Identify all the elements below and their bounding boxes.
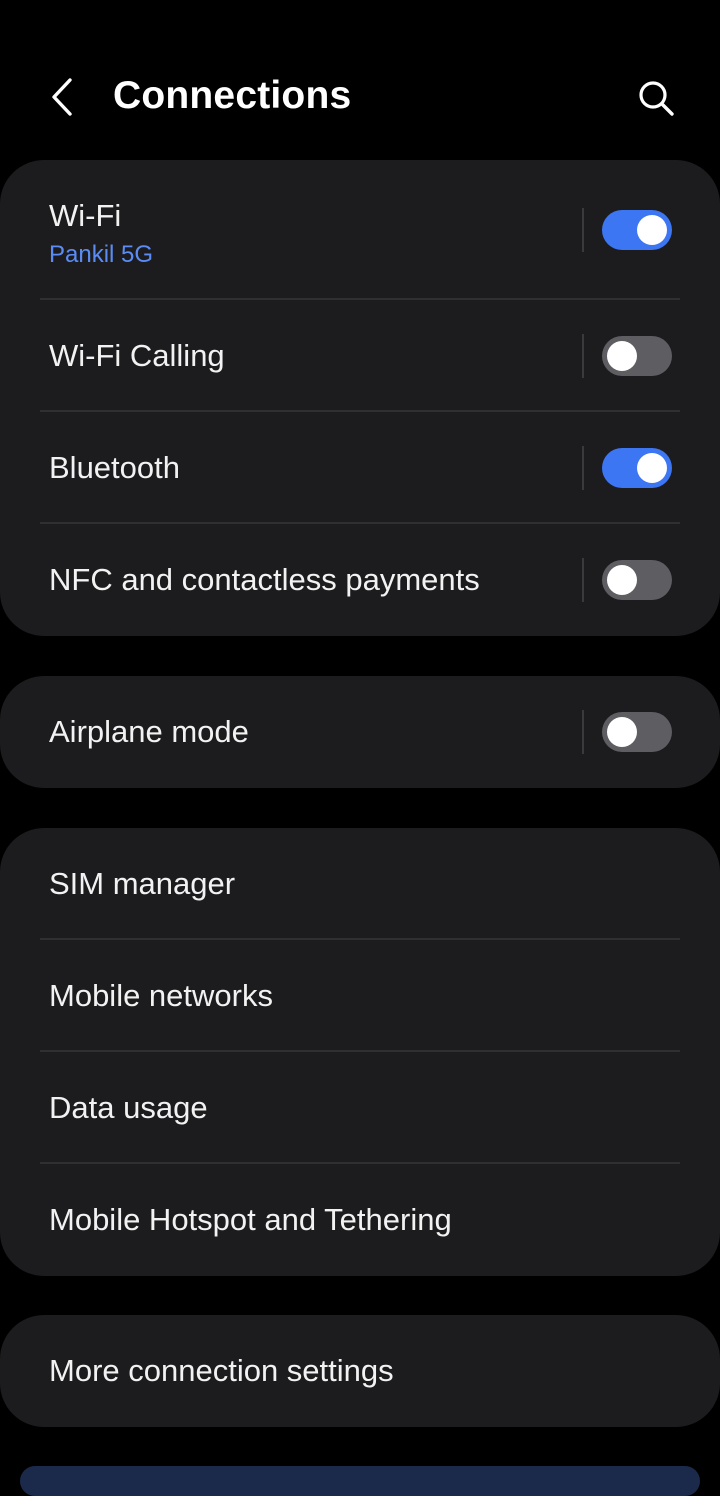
data-usage-row[interactable]: Data usage [0,1052,720,1164]
more-settings-card: More connection settings [0,1315,720,1427]
hotspot-row[interactable]: Mobile Hotspot and Tethering [0,1164,720,1276]
bluetooth-label: Bluetooth [49,450,180,485]
row-separator [582,558,584,602]
row-separator [582,208,584,252]
app-header: Connections [0,0,720,160]
partially-visible-card [20,1466,700,1496]
back-button[interactable] [38,72,86,122]
nfc-toggle[interactable] [602,560,672,600]
toggle-knob [637,215,667,245]
toggle-knob [637,453,667,483]
row-separator [582,710,584,754]
wifi-label: Wi-Fi [49,198,122,233]
toggle-knob [607,341,637,371]
wifi-calling-row[interactable]: Wi-Fi Calling [0,300,720,412]
sim-manager-row[interactable]: SIM manager [0,828,720,940]
mobile-networks-label: Mobile networks [49,978,273,1013]
airplane-mode-row[interactable]: Airplane mode [0,676,720,788]
wifi-calling-label: Wi-Fi Calling [49,338,225,373]
search-button[interactable] [630,72,682,124]
wifi-row[interactable]: Wi-Fi Pankil 5G [0,160,720,300]
connections-toggle-card: Wi-Fi Pankil 5G Wi-Fi Calling Bluetooth … [0,160,720,636]
wifi-calling-toggle[interactable] [602,336,672,376]
chevron-left-icon [52,78,72,116]
wifi-network-name: Pankil 5G [49,241,154,268]
bluetooth-row[interactable]: Bluetooth [0,412,720,524]
more-connection-settings-row[interactable]: More connection settings [0,1315,720,1427]
search-icon [639,81,674,116]
page-title: Connections [113,74,352,117]
data-usage-label: Data usage [49,1090,208,1125]
airplane-mode-toggle[interactable] [602,712,672,752]
airplane-mode-label: Airplane mode [49,714,249,749]
row-separator [582,334,584,378]
more-connection-settings-label: More connection settings [49,1353,394,1388]
network-settings-card: SIM manager Mobile networks Data usage M… [0,828,720,1276]
sim-manager-label: SIM manager [49,866,236,901]
bluetooth-toggle[interactable] [602,448,672,488]
airplane-card: Airplane mode [0,676,720,788]
mobile-networks-row[interactable]: Mobile networks [0,940,720,1052]
wifi-toggle[interactable] [602,210,672,250]
toggle-knob [607,717,637,747]
hotspot-label: Mobile Hotspot and Tethering [49,1202,452,1237]
toggle-knob [607,565,637,595]
row-separator [582,446,584,490]
nfc-label: NFC and contactless payments [49,562,480,597]
nfc-row[interactable]: NFC and contactless payments [0,524,720,636]
